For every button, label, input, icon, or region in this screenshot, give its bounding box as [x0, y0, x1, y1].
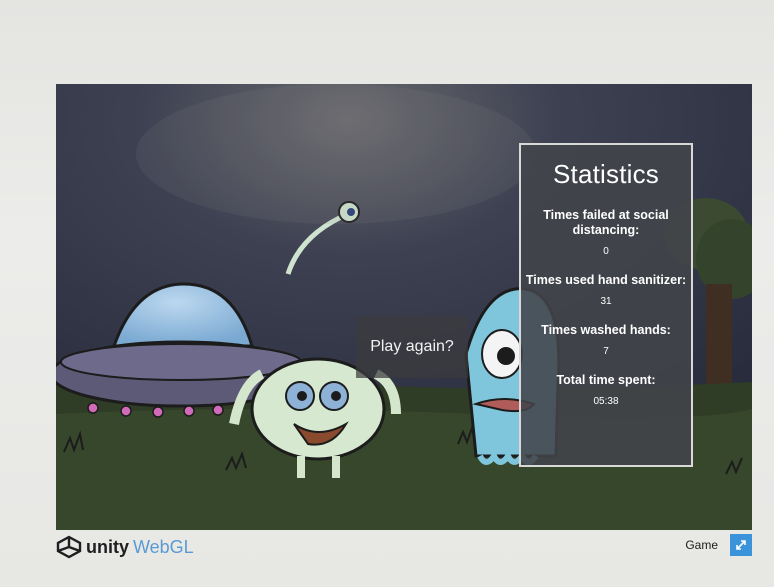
statistics-title: Statistics [552, 159, 660, 189]
play-again-button[interactable]: Play again? [356, 316, 468, 378]
unity-webgl-logo: unity WebGL [56, 534, 194, 560]
unity-cube-icon [56, 535, 82, 559]
stat-label: Times failed at social distancing: [543, 208, 669, 237]
stat-value: 7 [603, 346, 609, 357]
unity-text: unity [86, 536, 129, 557]
stat-hand-sanitizer: Times used hand sanitizer: 31 [521, 273, 691, 307]
stat-label: Times used hand sanitizer: [525, 273, 687, 287]
stat-label: Times washed hands: [541, 323, 671, 337]
game-title-label: Game [685, 538, 718, 552]
webgl-footer: unity WebGL Game [56, 532, 756, 562]
stat-label: Total time spent: [556, 373, 656, 387]
fullscreen-button[interactable] [730, 534, 752, 556]
game-canvas[interactable]: Play again? Statistics Times failed at s… [56, 84, 752, 530]
stat-total-time: Total time spent: 05:38 [521, 373, 691, 407]
stat-value: 05:38 [593, 396, 619, 407]
webgl-text: WebGL [133, 536, 194, 557]
stat-washed-hands: Times washed hands: 7 [521, 323, 691, 357]
fullscreen-icon [736, 540, 746, 550]
stat-value: 31 [600, 296, 612, 307]
stat-value: 0 [603, 246, 609, 257]
stat-social-distancing: Times failed at social distancing: 0 [521, 208, 691, 257]
statistics-panel: Statistics Times failed at social distan… [519, 143, 693, 467]
